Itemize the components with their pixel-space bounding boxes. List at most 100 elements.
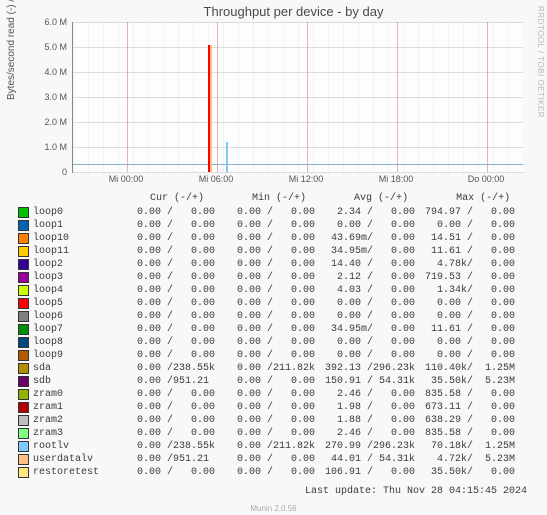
y-tick-label: 5.0 M	[17, 42, 67, 52]
rrdtool-credit: RRDTOOL / TOBI OETIKER	[536, 6, 545, 118]
legend-max: 11.61 / 0.00	[415, 245, 515, 258]
legend-cur: 0.00 / 0.00	[115, 466, 215, 479]
legend-swatch	[18, 220, 29, 231]
x-tick-label: Mi 12:00	[289, 174, 324, 184]
legend-swatch	[18, 337, 29, 348]
legend-avg: 34.95m/ 0.00	[315, 245, 415, 258]
legend-row: loop50.00 / 0.000.00 / 0.000.00 / 0.000.…	[18, 297, 515, 310]
legend-max: 835.58 / 0.00	[415, 427, 515, 440]
legend-swatch	[18, 259, 29, 270]
legend-avg: 14.40 / 0.00	[315, 258, 415, 271]
legend-min: 0.00 / 0.00	[215, 336, 315, 349]
legend-cur: 0.00 /951.21	[115, 375, 215, 388]
gridline-v-minor	[73, 22, 74, 172]
plot-area	[72, 22, 523, 173]
legend-row: zram20.00 / 0.000.00 / 0.001.88 / 0.0063…	[18, 414, 515, 427]
legend-cur: 0.00 /238.55k	[115, 362, 215, 375]
legend-avg: 4.03 / 0.00	[315, 284, 415, 297]
legend-avg: 43.69m/ 0.00	[315, 232, 415, 245]
legend-device-name: sda	[33, 362, 115, 375]
gridline-v-minor	[238, 22, 239, 172]
gridline-v-minor	[358, 22, 359, 172]
legend-swatch	[18, 233, 29, 244]
legend-swatch	[18, 311, 29, 322]
gridline-v-minor	[463, 22, 464, 172]
legend-min: 0.00 / 0.00	[215, 258, 315, 271]
legend-avg: 2.46 / 0.00	[315, 427, 415, 440]
gridline-v-minor	[88, 22, 89, 172]
gridline-v-minor	[343, 22, 344, 172]
legend-swatch	[18, 376, 29, 387]
legend-device-name: loop11	[33, 245, 115, 258]
last-update: Last update: Thu Nov 28 04:15:45 2024	[305, 486, 527, 497]
legend-cur: 0.00 /238.55k	[115, 440, 215, 453]
legend-swatch	[18, 324, 29, 335]
legend-device-name: zram3	[33, 427, 115, 440]
legend-row: sdb0.00 /951.21 0.00 / 0.00150.91 / 54.3…	[18, 375, 515, 388]
legend-max: 35.50k/ 0.00	[415, 466, 515, 479]
legend-min: 0.00 / 0.00	[215, 466, 315, 479]
legend-row: sda0.00 /238.55k0.00 /211.82k392.13 /296…	[18, 362, 515, 375]
legend-min: 0.00 / 0.00	[215, 245, 315, 258]
legend-row: loop70.00 / 0.000.00 / 0.0034.95m/ 0.001…	[18, 323, 515, 336]
x-tick-label: Mi 18:00	[379, 174, 414, 184]
legend-row: loop60.00 / 0.000.00 / 0.000.00 / 0.000.…	[18, 310, 515, 323]
legend-cur: 0.00 / 0.00	[115, 349, 215, 362]
legend-row: loop80.00 / 0.000.00 / 0.000.00 / 0.000.…	[18, 336, 515, 349]
legend-device-name: zram1	[33, 401, 115, 414]
gridline-v-minor	[268, 22, 269, 172]
gridline-v-minor	[163, 22, 164, 172]
gridline-v-minor	[328, 22, 329, 172]
legend-min: 0.00 /211.82k	[215, 440, 315, 453]
legend-row: userdatalv0.00 /951.21 0.00 / 0.0044.01 …	[18, 453, 515, 466]
series-userdatalv-spike	[210, 45, 212, 173]
legend-device-name: loop9	[33, 349, 115, 362]
legend-min: 0.00 / 0.00	[215, 453, 315, 466]
gridline-v-minor	[298, 22, 299, 172]
y-tick-label: 0	[17, 167, 67, 177]
gridline-v-minor	[223, 22, 224, 172]
series-rootlv-spike	[226, 142, 228, 172]
legend-device-name: loop1	[33, 219, 115, 232]
gridline-v-minor	[103, 22, 104, 172]
gridline-v	[487, 22, 488, 172]
legend-table: Cur (-/+) Min (-/+) Avg (-/+) Max (-/+) …	[18, 192, 515, 479]
legend-device-name: loop2	[33, 258, 115, 271]
legend-device-name: loop8	[33, 336, 115, 349]
legend-min: 0.00 / 0.00	[215, 284, 315, 297]
legend-swatch	[18, 467, 29, 478]
gridline-v	[397, 22, 398, 172]
legend-min: 0.00 / 0.00	[215, 401, 315, 414]
legend-device-name: loop3	[33, 271, 115, 284]
legend-avg: 0.00 / 0.00	[315, 310, 415, 323]
x-tick-label: Mi 06:00	[199, 174, 234, 184]
legend-max: 0.00 / 0.00	[415, 219, 515, 232]
legend-row: rootlv0.00 /238.55k0.00 /211.82k270.99 /…	[18, 440, 515, 453]
gridline-v-minor	[373, 22, 374, 172]
legend-swatch	[18, 454, 29, 465]
legend-max: 11.61 / 0.00	[415, 323, 515, 336]
y-tick-label: 6.0 M	[17, 17, 67, 27]
legend-swatch	[18, 415, 29, 426]
gridline-v-minor	[418, 22, 419, 172]
legend-min: 0.00 /211.82k	[215, 362, 315, 375]
legend-avg: 2.46 / 0.00	[315, 388, 415, 401]
legend-max: 719.53 / 0.00	[415, 271, 515, 284]
legend-cur: 0.00 / 0.00	[115, 219, 215, 232]
legend-device-name: userdatalv	[33, 453, 115, 466]
gridline-v-minor	[148, 22, 149, 172]
gridline-h	[73, 172, 523, 173]
legend-swatch	[18, 350, 29, 361]
legend-device-name: zram2	[33, 414, 115, 427]
legend-device-name: loop7	[33, 323, 115, 336]
gridline-v-minor	[478, 22, 479, 172]
gridline-v-minor	[508, 22, 509, 172]
y-tick-label: 2.0 M	[17, 117, 67, 127]
legend-min: 0.00 / 0.00	[215, 206, 315, 219]
gridline-v-minor	[193, 22, 194, 172]
gridline-v-minor	[283, 22, 284, 172]
y-tick-label: 4.0 M	[17, 67, 67, 77]
legend-swatch	[18, 402, 29, 413]
legend-avg: 1.88 / 0.00	[315, 414, 415, 427]
legend-cur: 0.00 / 0.00	[115, 258, 215, 271]
